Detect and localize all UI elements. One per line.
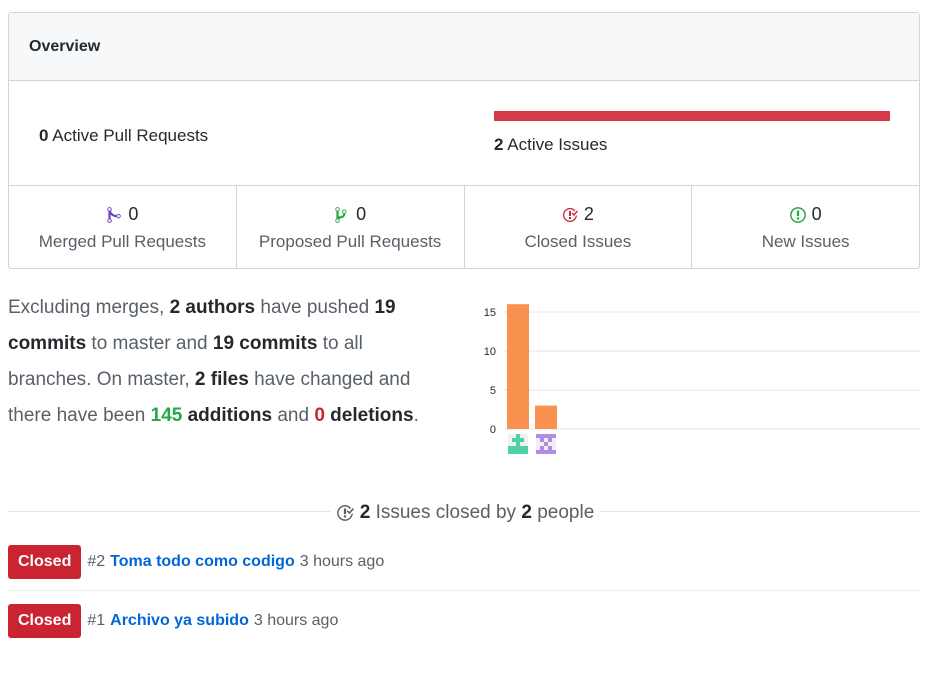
git-merge-icon: [107, 206, 122, 223]
y-tick-label: 5: [490, 385, 496, 397]
deletions-label: deletions: [324, 405, 414, 426]
people-count: 2: [521, 502, 532, 523]
summary-text-3: to master and: [86, 333, 213, 354]
git-pull-request-icon: [335, 206, 347, 223]
active-issues-block[interactable]: 2 Active Issues: [494, 111, 890, 155]
closed-issues-heading: 2 Issues closed by 2 people: [0, 502, 930, 527]
overview-panel: Overview 0 Active Pull Requests 2 Active…: [8, 12, 920, 269]
overview-header: Overview: [9, 13, 919, 81]
additions-label: additions: [182, 405, 273, 426]
issue-opened-icon: [789, 206, 806, 223]
additions-count: 145: [150, 405, 183, 426]
issue-title-link[interactable]: Toma todo como codigo: [110, 553, 295, 571]
merged-pr-count: 0: [128, 204, 139, 224]
files-count: 2 files: [194, 369, 249, 390]
issue-closed-icon: [562, 207, 578, 222]
merged-pull-requests-stat[interactable]: 0 Merged Pull Requests: [9, 186, 237, 268]
issue-timestamp: 3 hours ago: [299, 552, 385, 570]
active-pr-label: Active Pull Requests: [52, 126, 209, 145]
proposed-pull-requests-stat[interactable]: 0 Proposed Pull Requests: [237, 186, 465, 268]
commit-bar[interactable]: [507, 304, 529, 429]
closed-text-2: people: [531, 502, 595, 523]
author-avatar[interactable]: [508, 434, 528, 454]
proposed-pr-label: Proposed Pull Requests: [258, 232, 442, 251]
closed-issues-label: Closed Issues: [524, 232, 632, 251]
author-avatar[interactable]: [536, 434, 556, 454]
active-issues-label: Active Issues: [507, 135, 608, 154]
new-issues-stat[interactable]: 0 New Issues: [692, 186, 919, 268]
commit-bar[interactable]: [535, 405, 557, 429]
issue-closed-icon: [336, 505, 354, 521]
activity-summary: 0 Active Pull Requests 2 Active Issues: [9, 81, 919, 186]
summary-text-1: Excluding merges,: [8, 297, 170, 318]
new-issues-count: 0: [811, 204, 822, 224]
deletions-count: 0: [314, 405, 325, 426]
closed-issues-stat[interactable]: 2 Closed Issues: [465, 186, 693, 268]
proposed-pr-count: 0: [356, 204, 367, 224]
issue-timestamp: 3 hours ago: [253, 612, 339, 629]
active-pull-requests-link[interactable]: 0 Active Pull Requests: [39, 126, 208, 146]
commits-all-count: 19 commits: [212, 333, 318, 354]
issue-title-link[interactable]: Archivo ya subido: [110, 612, 249, 630]
authors-count: 2 authors: [169, 297, 256, 318]
closed-state-badge: Closed: [8, 544, 82, 579]
closed-text-1: Issues closed by: [370, 502, 522, 523]
active-issues-bar: [494, 111, 890, 121]
closed-issues-count: 2: [583, 204, 594, 224]
y-tick-label: 15: [484, 307, 496, 319]
closed-count: 2: [359, 502, 371, 523]
stats-row: 0 Merged Pull Requests 0 Proposed Pull R…: [9, 186, 919, 268]
new-issues-label: New Issues: [761, 232, 850, 251]
commits-summary: Excluding merges, 2 authors have pushed …: [8, 290, 448, 434]
list-item: Closed #2 Toma todo como codigo 3 hours …: [8, 533, 920, 591]
closed-state-badge: Closed: [8, 604, 82, 638]
active-issues-count: 2: [494, 135, 504, 154]
issue-number: #2: [87, 552, 106, 570]
list-item: Closed #1 Archivo ya subido 3 hours ago: [8, 592, 920, 650]
active-pr-count: 0: [39, 126, 49, 145]
commits-by-author-chart: 0 5 10 15: [484, 304, 920, 454]
y-tick-label: 10: [484, 346, 496, 358]
merged-pr-label: Merged Pull Requests: [38, 232, 206, 251]
summary-text-2: have pushed: [255, 297, 375, 318]
summary-text-7: .: [413, 405, 419, 426]
summary-text-6: and: [272, 405, 315, 426]
y-tick-label: 0: [490, 424, 496, 436]
issue-number: #1: [87, 612, 106, 629]
